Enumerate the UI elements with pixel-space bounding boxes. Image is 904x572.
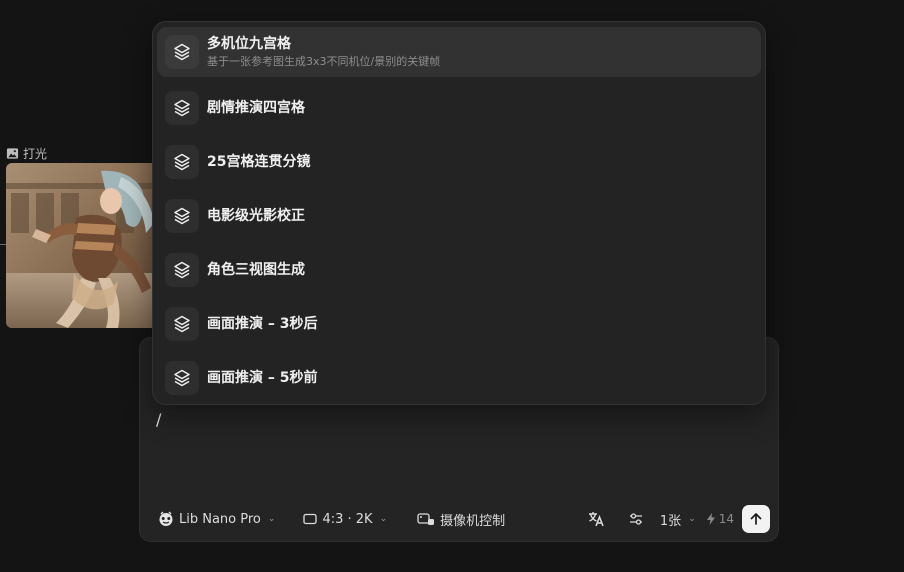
preset-menu-item[interactable]: 剧情推演四宫格 [157,81,761,135]
preset-menu-item[interactable]: 多机位九宫格基于一张参考图生成3x3不同机位/景别的关键帧 [157,27,761,77]
preset-title: 画面推演 – 5秒前 [207,370,318,386]
preset-menu-list: 多机位九宫格基于一张参考图生成3x3不同机位/景别的关键帧 剧情推演四宫格 25宫格… [157,27,761,405]
chevron-down-icon: ⌄ [267,514,276,524]
node-label: 打光 [6,145,47,161]
layers-icon [174,153,190,171]
composer-toolbar: Lib Nano Pro ⌄ 4:3 · 2K ⌄ 摄像机控制 1张 ⌄ 14 [154,504,770,534]
camera-control-button[interactable]: 摄像机控制 [413,504,509,534]
sliders-icon [629,513,642,525]
image-icon [6,147,19,159]
layers-icon [174,43,190,61]
preset-icon-box [165,145,199,179]
preset-menu-item[interactable]: 画面推演 – 3秒后 [157,297,761,351]
preset-icon-box [165,253,199,287]
model-selector[interactable]: Lib Nano Pro ⌄ [154,504,279,534]
preset-text: 电影级光影校正 [207,207,305,225]
preset-title: 角色三视图生成 [207,262,305,278]
credits-value: 14 [718,512,734,526]
preset-text: 画面推演 – 5秒前 [207,369,318,387]
lightning-icon [706,513,715,525]
preset-title: 画面推演 – 3秒后 [207,316,318,332]
model-selector-label: Lib Nano Pro [179,511,261,527]
preset-menu-item[interactable]: 电影级光影校正 [157,189,761,243]
preset-title: 电影级光影校正 [207,208,305,224]
aspect-ratio-icon [303,513,318,525]
model-logo-icon [159,511,173,526]
preset-description: 基于一张参考图生成3x3不同机位/景别的关键帧 [207,55,441,68]
settings-button[interactable] [622,505,650,533]
preset-title: 剧情推演四宫格 [207,100,305,116]
translate-button[interactable] [582,505,610,533]
chevron-down-icon: ⌄ [688,514,696,524]
image-count-label: 1张 [659,513,682,529]
translate-icon [588,512,604,527]
preset-menu: 多机位九宫格基于一张参考图生成3x3不同机位/景别的关键帧 剧情推演四宫格 25宫格… [152,21,766,405]
aspect-ratio-selector[interactable]: 4:3 · 2K ⌄ [299,504,391,534]
preset-menu-item[interactable]: 角色三视图生成 [157,243,761,297]
preset-text: 25宫格连贯分镜 [207,153,310,171]
preset-text: 多机位九宫格基于一张参考图生成3x3不同机位/景别的关键帧 [207,35,440,69]
send-button[interactable] [742,505,770,533]
preset-menu-item[interactable]: 画面推演 – 5秒前 [157,351,761,405]
preset-icon-box [165,307,199,341]
credits-cost: 14 [706,512,734,526]
camera-icon [417,513,435,525]
image-count-selector[interactable]: 1张 ⌄ [656,504,700,534]
character-illustration [6,163,156,328]
preset-text: 画面推演 – 3秒后 [207,315,318,333]
layers-icon [174,99,190,117]
layers-icon [174,207,190,225]
aspect-ratio-label: 4:3 · 2K [322,511,373,527]
preset-icon-box [165,35,199,69]
prompt-input[interactable]: / [156,410,161,429]
chevron-down-icon: ⌄ [379,514,388,524]
preset-title: 多机位九宫格 [207,36,291,52]
preset-icon-box [165,91,199,125]
node-label-text: 打光 [23,146,48,161]
layers-icon [174,369,190,387]
preset-text: 角色三视图生成 [207,261,305,279]
node-image-thumbnail[interactable] [6,163,156,328]
preset-icon-box [165,361,199,395]
preset-menu-item[interactable]: 25宫格连贯分镜 [157,135,761,189]
canvas: 打光 / Lib Nano Pro ⌄ 4:3 · 2K ⌄ 摄像机控制 1张 … [0,0,904,572]
layers-icon [174,315,190,333]
preset-icon-box [165,199,199,233]
layers-icon [174,261,190,279]
preset-text: 剧情推演四宫格 [207,99,305,117]
arrow-up-icon [750,513,762,525]
camera-control-label: 摄像机控制 [440,513,506,529]
preset-title: 25宫格连贯分镜 [207,154,311,170]
